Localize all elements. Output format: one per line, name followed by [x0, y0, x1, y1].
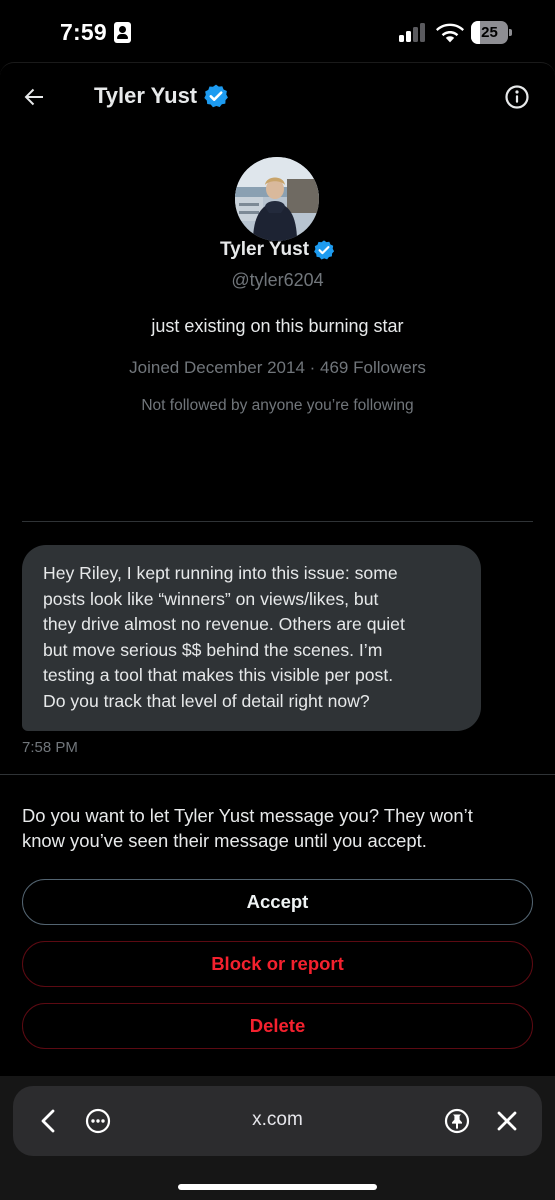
message-line: they drive almost no revenue. Others are… — [43, 614, 405, 635]
message-request-prompt: Do you want to let Tyler Yust message yo… — [22, 803, 527, 853]
header-title[interactable]: Tyler Yust — [94, 83, 197, 109]
arrow-left-icon — [24, 88, 43, 106]
conversation-sheet: Tyler Yust Tyler Yust @tyler6204 just ex… — [0, 62, 555, 1078]
message-timestamp: 7:58 PM — [22, 739, 78, 756]
wifi-icon — [436, 23, 464, 43]
pin-icon[interactable] — [442, 1106, 472, 1136]
profile-name-row: Tyler Yust — [0, 239, 555, 267]
verified-badge-icon — [314, 240, 335, 260]
delete-button[interactable]: Delete — [22, 1003, 533, 1049]
profile-name[interactable]: Tyler Yust — [220, 239, 309, 260]
message-line: testing a tool that makes this visible p… — [43, 665, 394, 686]
message-line: posts look like “winners” on views/likes… — [43, 588, 379, 609]
status-bar: 7:59 25 — [0, 0, 555, 62]
battery-level: 25 — [481, 24, 498, 41]
followed-by-text: Not followed by anyone you’re following — [141, 397, 414, 414]
message-line: Do you track that level of detail right … — [43, 690, 370, 711]
block-or-report-button[interactable]: Block or report — [22, 941, 533, 987]
prompt-line: know you’ve seen their message until you… — [22, 830, 427, 851]
close-icon[interactable] — [492, 1106, 522, 1136]
verified-badge-icon — [204, 84, 228, 108]
message-bubble[interactable]: Hey Riley, I kept running into this issu… — [22, 545, 481, 731]
message-line: Hey Riley, I kept running into this issu… — [43, 563, 398, 583]
profile-meta: Joined December 2014 · 469 Followers — [129, 358, 426, 377]
profile-handle[interactable]: @tyler6204 — [0, 270, 555, 291]
cellular-signal-icon — [399, 23, 429, 42]
message-line: but move serious $$ behind the scenes. I… — [43, 639, 383, 660]
back-button[interactable] — [18, 81, 50, 113]
status-time: 7:59 — [60, 19, 107, 45]
divider — [22, 521, 533, 522]
battery-icon: 25 — [471, 21, 512, 44]
contact-card-icon — [114, 22, 131, 43]
browser-toolbar: x.com — [13, 1086, 542, 1156]
info-icon[interactable] — [502, 82, 532, 112]
home-indicator[interactable] — [178, 1184, 377, 1190]
conversation-header: Tyler Yust — [0, 63, 555, 129]
browser-bar-area: x.com — [0, 1076, 555, 1200]
profile-bio: just existing on this burning star — [151, 316, 404, 336]
prompt-line: Do you want to let Tyler Yust message yo… — [22, 805, 473, 826]
accept-button[interactable]: Accept — [22, 879, 533, 925]
divider — [0, 774, 555, 775]
avatar[interactable] — [235, 157, 319, 241]
